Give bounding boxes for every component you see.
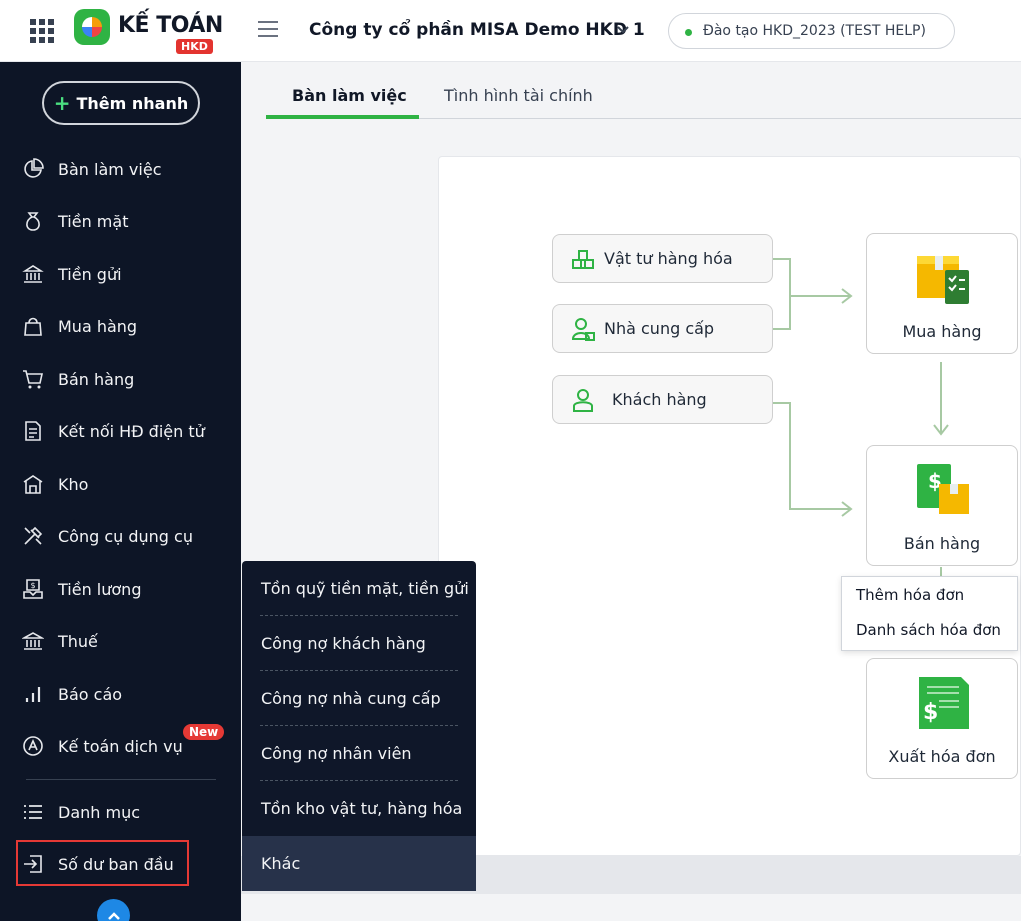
flow-pill-label: Vật tư hàng hóa xyxy=(604,249,733,268)
top-bar: KẾ TOÁN HKD Công ty cổ phần MISA Demo HK… xyxy=(0,0,1021,62)
sidebar-item-purchase[interactable]: Mua hàng xyxy=(0,306,241,346)
environment-selector[interactable]: Đào tạo HKD_2023 (TEST HELP) xyxy=(668,13,955,49)
purchase-box-icon xyxy=(917,256,969,304)
flyout-item-label: Tồn quỹ tiền mặt, tiền gửi xyxy=(261,579,469,598)
flyout-item-label: Công nợ khách hàng xyxy=(261,634,426,653)
flow-card-label: Xuất hóa đơn xyxy=(888,747,996,766)
flow-card-issue-invoice[interactable]: $ Xuất hóa đơn xyxy=(866,658,1018,779)
supplier-icon xyxy=(571,317,595,341)
sidebar-item-label: Công cụ dụng cụ xyxy=(58,526,193,546)
cart-icon xyxy=(22,368,44,390)
svg-text:$: $ xyxy=(30,581,35,590)
new-badge: New xyxy=(183,724,225,740)
money-bag-icon xyxy=(22,210,44,232)
sidebar-divider xyxy=(26,779,216,780)
logo-badge: HKD xyxy=(176,39,213,54)
misa-logo-icon xyxy=(74,9,110,45)
sidebar-item-cash[interactable]: Tiền mặt xyxy=(0,201,241,241)
sidebar-item-payroll[interactable]: $ Tiền lương xyxy=(0,569,241,609)
sidebar-item-tools[interactable]: Công cụ dụng cụ xyxy=(0,516,241,556)
flyout-item-other[interactable]: Khác xyxy=(242,836,476,891)
app-grid-icon[interactable] xyxy=(30,19,54,43)
tab-desk[interactable]: Bàn làm việc xyxy=(292,86,407,105)
tab-financial-status[interactable]: Tình hình tài chính xyxy=(444,86,593,105)
tax-icon xyxy=(22,630,44,652)
sidebar-item-tax[interactable]: Thuế xyxy=(0,621,241,661)
active-tab-indicator xyxy=(266,115,419,119)
warehouse-icon xyxy=(22,473,44,495)
collapse-sidebar-button[interactable] xyxy=(97,899,130,921)
flow-card-label: Bán hàng xyxy=(903,534,981,553)
chevron-up-icon xyxy=(107,911,120,920)
flyout-item-inventory[interactable]: Tồn kho vật tư, hàng hóa xyxy=(242,781,476,836)
quick-add-button[interactable]: + Thêm nhanh xyxy=(42,81,200,125)
flow-card-label: Mua hàng xyxy=(902,322,982,341)
opening-balance-flyout: Tồn quỹ tiền mặt, tiền gửi Công nợ khách… xyxy=(242,561,476,891)
sidebar-item-label: Thuế xyxy=(58,631,98,651)
flow-pill-label: Khách hàng xyxy=(612,390,707,409)
sales-dropdown-menu: Thêm hóa đơn Danh sách hóa đơn xyxy=(841,576,1018,651)
sidebar-item-e-invoice[interactable]: Kết nối HĐ điện tử xyxy=(0,411,241,451)
flyout-item-employee-debt[interactable]: Công nợ nhân viên xyxy=(242,726,476,781)
menu-item-invoice-list[interactable]: Danh sách hóa đơn xyxy=(856,621,1001,639)
plus-icon: + xyxy=(53,91,71,115)
highlight-box xyxy=(16,840,189,886)
chevron-down-icon[interactable] xyxy=(617,24,629,36)
sidebar-item-deposit[interactable]: Tiền gửi xyxy=(0,254,241,294)
accounting-service-icon xyxy=(22,735,44,757)
flow-card-purchase[interactable]: Mua hàng xyxy=(866,233,1018,354)
logo-text: KẾ TOÁN xyxy=(118,13,223,38)
dashboard-icon xyxy=(22,158,44,180)
sidebar-item-label: Báo cáo xyxy=(58,684,123,704)
sidebar-item-label: Bàn làm việc xyxy=(58,159,162,179)
tools-icon xyxy=(22,525,44,547)
flyout-item-label: Khác xyxy=(261,854,301,873)
sidebar-item-label: Bán hàng xyxy=(58,369,135,389)
sidebar-item-label: Kho xyxy=(58,474,89,494)
payroll-icon: $ xyxy=(22,578,44,600)
svg-text:$: $ xyxy=(923,700,938,725)
quick-add-label: Thêm nhanh xyxy=(76,93,189,113)
customer-icon xyxy=(573,388,593,412)
sidebar-item-label: Tiền lương xyxy=(58,579,142,599)
flow-pill-inventory[interactable]: Vật tư hàng hóa xyxy=(552,234,773,283)
flyout-item-label: Công nợ nhân viên xyxy=(261,744,412,763)
bank-deposit-icon xyxy=(22,263,44,285)
sidebar-item-label: Tiền gửi xyxy=(58,264,122,284)
invoice-doc-icon: $ xyxy=(919,677,969,729)
sidebar-item-warehouse[interactable]: Kho xyxy=(0,464,241,504)
list-icon xyxy=(22,801,44,823)
flyout-item-label: Công nợ nhà cung cấp xyxy=(261,689,441,708)
e-invoice-icon xyxy=(22,420,44,442)
sidebar-item-dashboard[interactable]: Bàn làm việc xyxy=(0,149,241,189)
app-logo[interactable]: KẾ TOÁN HKD xyxy=(74,7,223,55)
sidebar-item-label: Mua hàng xyxy=(58,316,138,336)
company-name[interactable]: Công ty cổ phần MISA Demo HKD 1 xyxy=(309,20,645,40)
sidebar: + Thêm nhanh Bàn làm việc Tiền mặt Tiền … xyxy=(0,62,241,921)
shopping-bag-icon xyxy=(22,315,44,337)
flyout-item-label: Tồn kho vật tư, hàng hóa xyxy=(261,799,463,818)
sidebar-item-label: Kế toán dịch vụ xyxy=(58,736,183,756)
sidebar-item-report[interactable]: Báo cáo xyxy=(0,674,241,714)
sidebar-item-catalog[interactable]: Danh mục xyxy=(0,792,241,832)
environment-label: Đào tạo HKD_2023 (TEST HELP) xyxy=(703,23,926,39)
flyout-item-supplier-debt[interactable]: Công nợ nhà cung cấp xyxy=(242,671,476,726)
sidebar-item-label: Danh mục xyxy=(58,802,141,822)
flow-card-sales[interactable]: $ Bán hàng xyxy=(866,445,1018,566)
flyout-item-customer-debt[interactable]: Công nợ khách hàng xyxy=(242,616,476,671)
sidebar-item-label: Kết nối HĐ điện tử xyxy=(58,421,205,441)
main-tabs: Bàn làm việc Tình hình tài chính xyxy=(241,62,1021,119)
inventory-boxes-icon xyxy=(572,249,594,269)
flyout-item-cash-deposit[interactable]: Tồn quỹ tiền mặt, tiền gửi xyxy=(242,561,476,616)
sidebar-item-label: Tiền mặt xyxy=(58,211,129,231)
sales-money-icon: $ xyxy=(917,464,969,514)
flow-pill-label: Nhà cung cấp xyxy=(604,319,715,338)
flow-pill-supplier[interactable]: Nhà cung cấp xyxy=(552,304,773,353)
sidebar-item-sales[interactable]: Bán hàng xyxy=(0,359,241,399)
menu-item-add-invoice[interactable]: Thêm hóa đơn xyxy=(856,586,964,604)
flow-pill-customer[interactable]: Khách hàng xyxy=(552,375,773,424)
status-dot-icon xyxy=(685,29,692,36)
report-icon xyxy=(22,683,44,705)
menu-toggle-icon[interactable] xyxy=(258,21,278,39)
